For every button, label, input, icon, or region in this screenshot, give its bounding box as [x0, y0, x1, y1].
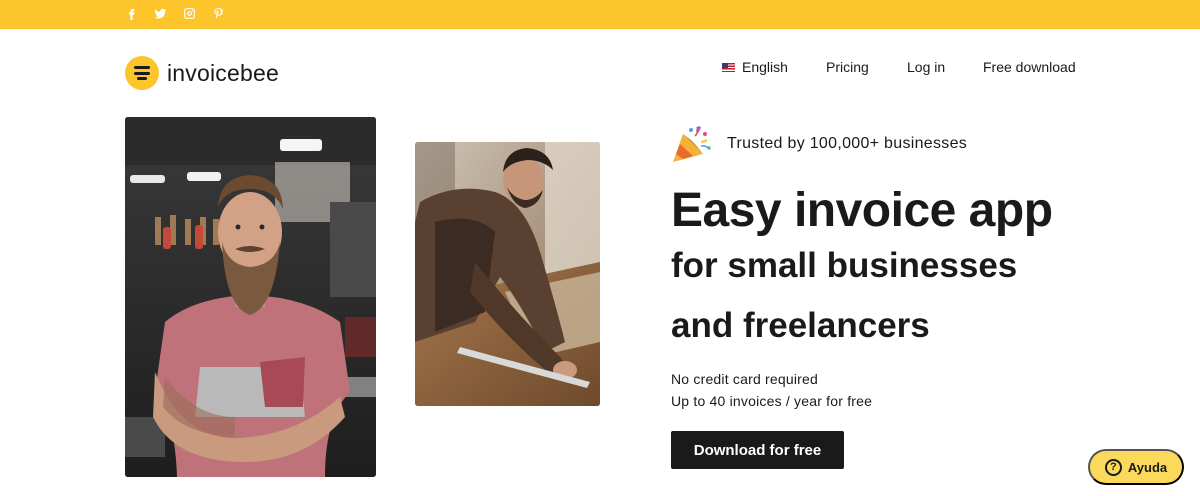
language-selector[interactable]: English: [722, 58, 788, 76]
help-button[interactable]: ? Ayuda: [1088, 449, 1184, 485]
nav-pricing-link[interactable]: Pricing: [826, 58, 869, 76]
instagram-icon[interactable]: [182, 6, 196, 20]
language-label: English: [742, 59, 788, 75]
download-for-free-button[interactable]: Download for free: [671, 431, 844, 469]
nav-login-link[interactable]: Log in: [907, 58, 945, 76]
help-label: Ayuda: [1127, 459, 1168, 475]
twitter-icon[interactable]: [153, 6, 167, 20]
brand-name: invoicebee: [167, 59, 279, 86]
hero-subtitle-line2: and freelancers: [671, 306, 930, 345]
top-bar: [0, 0, 1200, 29]
us-flag-icon: [722, 62, 735, 72]
hero-photo-craftsman: [415, 142, 600, 406]
nav-free-download-link[interactable]: Free download: [983, 58, 1076, 76]
hero-title: Easy invoice app: [671, 184, 1053, 237]
no-credit-card-note: No credit card required: [671, 371, 818, 387]
party-popper-icon: [673, 125, 711, 162]
bee-logo-icon: [125, 56, 159, 90]
brand-logo[interactable]: invoicebee: [125, 56, 279, 90]
pinterest-icon[interactable]: [211, 6, 225, 20]
trusted-badge: Trusted by 100,000+ businesses: [671, 124, 967, 164]
question-icon: ?: [1104, 458, 1122, 476]
hero-photo-shop-owner: [125, 117, 376, 477]
facebook-icon[interactable]: [124, 6, 138, 20]
hero-subtitle-line1: for small businesses: [671, 246, 1018, 285]
free-invoices-note: Up to 40 invoices / year for free: [671, 393, 873, 409]
trusted-text: Trusted by 100,000+ businesses: [727, 135, 968, 152]
